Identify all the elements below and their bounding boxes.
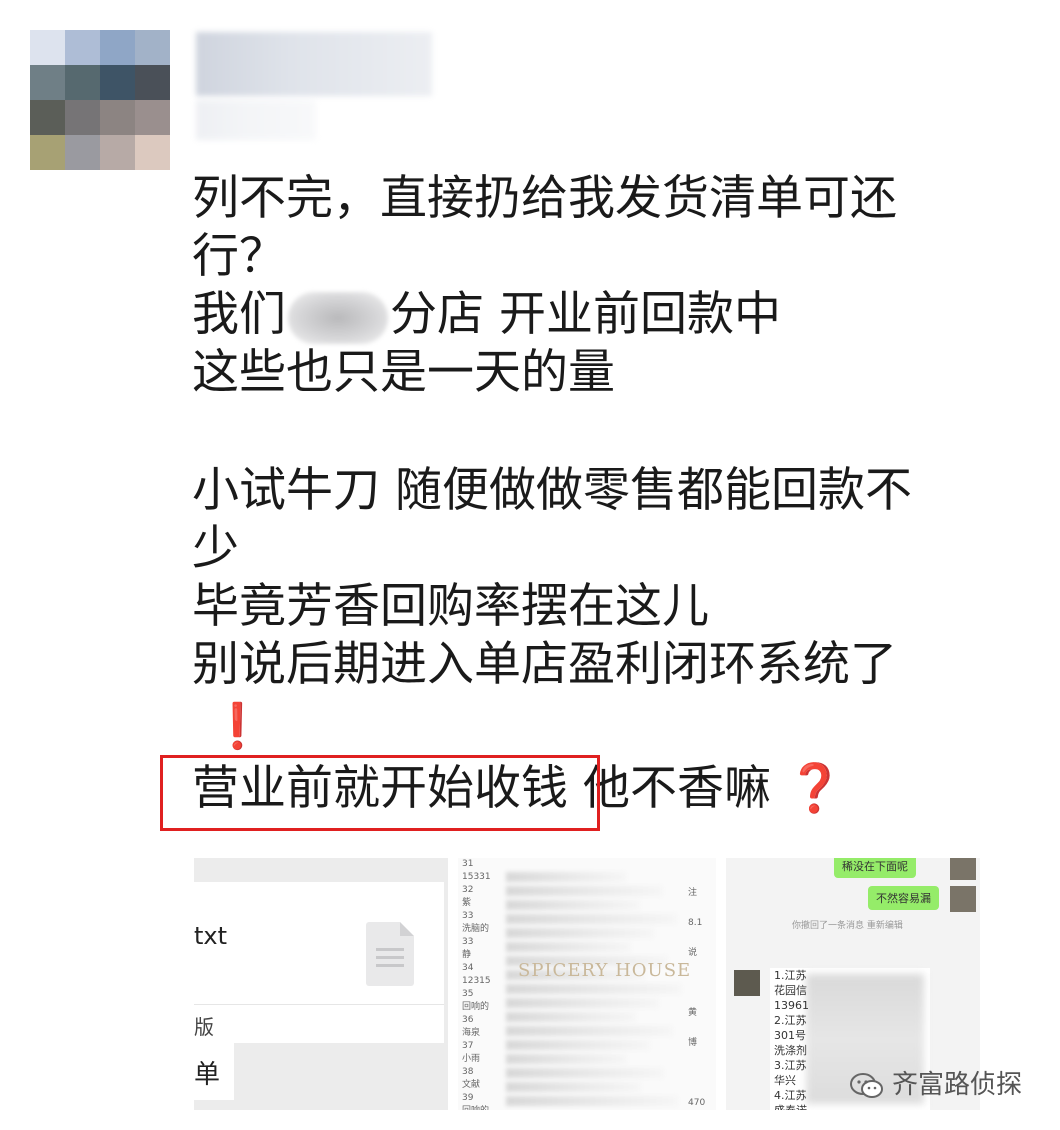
wechat-icon <box>850 1072 883 1098</box>
blurred-row <box>506 1068 664 1078</box>
source-watermark: 齐富路侦探 <box>850 1064 1022 1101</box>
list-index-cell: 34 <box>462 963 474 973</box>
list-index-cell: 回响的 <box>462 1105 506 1110</box>
blurred-row <box>506 1054 627 1064</box>
blurred-row <box>506 928 654 938</box>
list-right-cell: 注 <box>688 888 698 898</box>
post-line: 我们 分店 开业前回款中 <box>192 286 992 344</box>
system-note: 你撤回了一条消息 重新编辑 <box>792 921 903 931</box>
chat-avatar <box>950 886 976 912</box>
file-name: txt <box>194 922 228 950</box>
moments-post: 列不完，直接扔给我发货清单可还 行？ 我们 分店 开业前回款中 这些也只是一天的量… <box>0 0 1060 1130</box>
list-index-cell: 33 <box>462 937 474 947</box>
list-index-cell: 12315 <box>462 976 491 986</box>
author-name-blurred[interactable] <box>196 32 432 96</box>
post-line: 小试牛刀 随便做做零售都能回款不 <box>192 463 912 518</box>
chat-avatar <box>950 858 976 880</box>
post-segment: 分店 开业前回款中 <box>390 287 781 342</box>
post-segment: 他不香嘛 <box>582 761 771 816</box>
list-index-cell: 紫 <box>462 898 472 908</box>
chat-message-line: 盛奉诺 <box>770 1103 930 1110</box>
post-line: 行？ <box>192 229 286 284</box>
list-index-cell: 洗脑的 <box>462 924 490 934</box>
chat-message-line: 13961 <box>774 999 809 1012</box>
blurred-row <box>506 1026 673 1036</box>
chat-message-line: 花园信 <box>774 984 807 997</box>
watermark-text: 齐富路侦探 <box>892 1070 1023 1100</box>
list-index-cell: 海泉 <box>462 1028 481 1038</box>
list-index-cell: 回响的 <box>462 1002 490 1012</box>
blurred-row <box>506 1082 641 1092</box>
list-index-column: 31 15331 32 紫 33 洗脑的 33 静 34 12315 35 回响的 36 海泉 37 小雨 38… <box>462 858 506 1110</box>
list-right-cell: 8.1 <box>688 918 703 928</box>
blurred-row <box>506 1012 636 1022</box>
list-right-column: 注8.1说 黄博 470383 <box>688 878 708 1110</box>
blurred-row <box>506 1040 650 1050</box>
list-index-cell: 36 <box>462 1015 474 1025</box>
chat-bubble: 不然容易漏 <box>868 886 939 910</box>
list-index-cell: 15331 <box>462 872 491 882</box>
blurred-row <box>506 942 631 952</box>
list-index-cell: 35 <box>462 989 474 999</box>
question-emoji-icon: ❓ <box>785 761 845 816</box>
blurred-row <box>506 886 663 896</box>
chat-bubble: 稀没在下面呢 <box>834 858 916 878</box>
image-thumbnail-file[interactable]: txt 版 单 <box>194 858 448 1110</box>
post-text: 列不完，直接扔给我发货清单可还 行？ 我们 分店 开业前回款中 这些也只是一天的量… <box>192 170 992 818</box>
list-index-cell: 小雨 <box>462 1054 481 1064</box>
chat-message-line: 2.江苏 <box>774 1014 807 1027</box>
list-index-cell: 31 <box>462 859 474 869</box>
list-index-cell: 38 <box>462 1067 474 1077</box>
exclamation-emoji-icon: ❗ <box>210 701 265 752</box>
blurred-row <box>506 914 677 924</box>
author-meta-blurred <box>196 100 316 140</box>
list-right-cell <box>688 1058 708 1088</box>
blurred-row <box>506 984 682 994</box>
avatar[interactable] <box>30 30 170 170</box>
blurred-row <box>506 872 626 882</box>
list-index-cell: 33 <box>462 911 474 921</box>
file-row: 版 <box>194 1004 444 1043</box>
list-index-cell: 文献 <box>462 1080 481 1090</box>
chat-message-line: 301号 <box>774 1029 806 1042</box>
post-line: 别说后期进入单店盈利闭环系统了 <box>192 637 897 692</box>
blurred-row <box>506 998 659 1008</box>
chat-avatar <box>734 970 760 996</box>
file-row-label: 版 <box>194 1015 214 1039</box>
post-line: 这些也只是一天的量 <box>192 345 615 400</box>
list-index-cell: 32 <box>462 885 474 895</box>
brand-watermark: SPICERY HOUSE <box>518 960 692 981</box>
chat-message-line: 1.江苏 <box>774 969 807 982</box>
list-right-cell: 博 <box>688 1038 698 1048</box>
blurred-row <box>506 900 640 910</box>
file-card: txt 版 <box>194 882 444 1043</box>
chat-message-line: 洗涤剂 <box>774 1044 807 1057</box>
list-right-cell: 黄 <box>688 1008 698 1018</box>
list-index-cell: 39 <box>462 1093 474 1103</box>
post-line: 少 <box>192 521 239 576</box>
list-right-cell: 470 <box>688 1098 706 1108</box>
post-segment: 我们 <box>192 287 286 342</box>
image-thumbnail-list[interactable]: 31 15331 32 紫 33 洗脑的 33 静 34 12315 35 回响的 36 海泉 37 小雨 38… <box>458 858 716 1110</box>
list-index-cell: 37 <box>462 1041 474 1051</box>
post-line: 列不完，直接扔给我发货清单可还 <box>192 171 897 226</box>
blurred-store-name <box>288 291 388 344</box>
highlight-box <box>160 755 600 831</box>
file-bottom-card: 单 <box>194 1040 234 1100</box>
list-index-cell: 静 <box>462 950 472 960</box>
blurred-row <box>506 1096 678 1106</box>
document-icon <box>366 922 414 986</box>
post-line: 毕竟芳香回购率摆在这儿 <box>192 579 709 634</box>
blurred-list-rows <box>506 872 692 1110</box>
file-bottom-label: 单 <box>194 1060 221 1090</box>
